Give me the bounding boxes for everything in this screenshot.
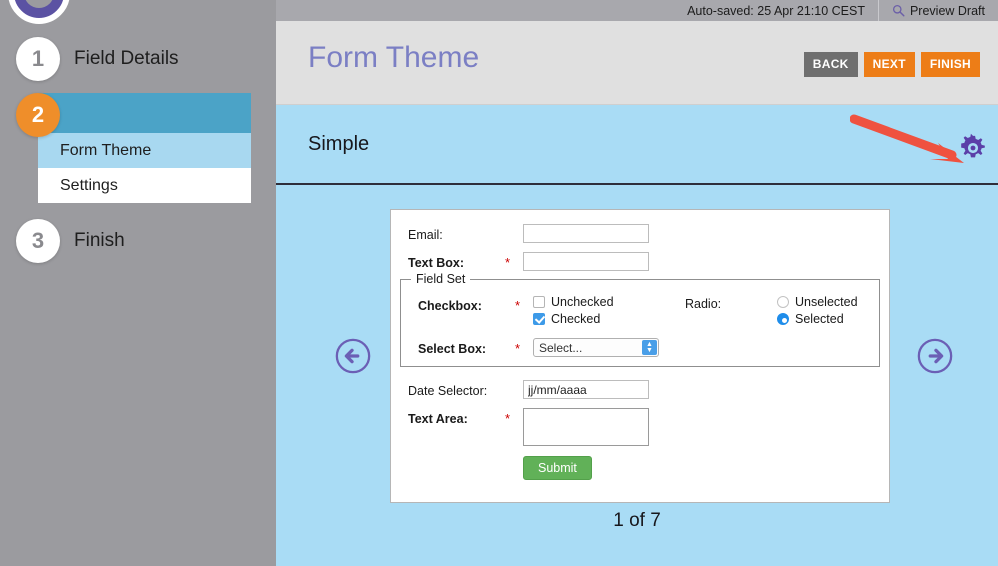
page-title: Form Theme: [308, 41, 479, 75]
form-preview-area: Email: Text Box: * Field Set Checkbox: *: [276, 185, 998, 566]
autosave-status: Auto-saved: 25 Apr 21:10 CEST: [674, 0, 878, 21]
form-row-textarea: Text Area: *: [391, 408, 889, 446]
form-fieldset: Field Set Checkbox: * Unchecked Checked: [400, 279, 880, 367]
sidebar-item-settings[interactable]: Settings: [38, 168, 251, 203]
textarea-label: Text Area:: [408, 408, 505, 426]
selectbox-required-mark: *: [515, 338, 533, 356]
chevron-down-glyph: ▼: [646, 348, 653, 354]
theme-selection-bar: Simple: [276, 105, 998, 185]
checkbox-group: Unchecked Checked: [533, 295, 685, 326]
form-row-selectbox: Select Box: * Select... ▲ ▼: [401, 338, 879, 357]
date-label: Date Selector:: [408, 380, 505, 398]
checkbox-unchecked-icon[interactable]: [533, 296, 545, 308]
submenu-label: Form Theme: [60, 142, 151, 160]
radio-option-selected[interactable]: Selected: [777, 312, 858, 326]
sidebar-item-form-theme[interactable]: Form Theme: [38, 133, 251, 168]
preview-draft-label: Preview Draft: [910, 4, 985, 18]
page-title-bar: Form Theme BACK NEXT FINISH: [276, 21, 998, 105]
sidebar-active-highlight: [38, 93, 251, 137]
step-number-badge: 3: [16, 219, 60, 263]
submit-button[interactable]: Submit: [523, 456, 592, 480]
checkbox-option-label: Unchecked: [551, 295, 614, 309]
sidebar-step-field-details[interactable]: 1 Field Details: [16, 34, 179, 84]
checkbox-label: Checkbox:: [418, 295, 515, 313]
email-required-mark: [505, 224, 523, 227]
form-row-textbox: Text Box: *: [391, 252, 889, 271]
submit-spacer: [408, 456, 505, 460]
form-row-checkbox-radio: Checkbox: * Unchecked Checked: [401, 295, 879, 326]
sidebar-step-finish[interactable]: 3 Finish: [16, 216, 125, 266]
text-area-field[interactable]: [523, 408, 649, 446]
radio-block: Radio: Unselected Selected: [685, 295, 858, 326]
selectbox-label: Select Box:: [418, 338, 515, 356]
circle-logo-icon: [8, 0, 70, 24]
textbox-required-mark: *: [505, 252, 523, 270]
sidebar: 1 Field Details 2 Form Settings Form The…: [0, 0, 276, 566]
previous-theme-button[interactable]: [334, 337, 372, 375]
arrow-right-circle-icon: [916, 337, 954, 375]
textbox-field[interactable]: [523, 252, 649, 271]
sidebar-submenu: Form Theme Settings: [38, 133, 251, 203]
radio-option-label: Selected: [795, 312, 844, 326]
preview-draft-button[interactable]: Preview Draft: [879, 0, 998, 21]
radio-label: Radio:: [685, 295, 777, 311]
checkbox-option-label: Checked: [551, 312, 600, 326]
email-label: Email:: [408, 224, 505, 242]
pagination-indicator: 1 of 7: [276, 510, 998, 532]
top-status-bar: Auto-saved: 25 Apr 21:10 CEST Preview Dr…: [276, 0, 998, 21]
form-row-date: Date Selector:: [391, 380, 889, 399]
checkbox-checked-icon[interactable]: [533, 313, 545, 325]
step-number-badge: 2: [16, 93, 60, 137]
magnifier-icon: [892, 4, 905, 17]
form-row-email: Email:: [391, 224, 889, 243]
form-row-submit: Submit: [391, 456, 889, 480]
radio-option-label: Unselected: [795, 295, 858, 309]
next-button[interactable]: NEXT: [864, 52, 915, 77]
finish-button[interactable]: FINISH: [921, 52, 980, 77]
arrow-left-circle-icon: [334, 337, 372, 375]
next-theme-button[interactable]: [916, 337, 954, 375]
wizard-nav-buttons: BACK NEXT FINISH: [804, 52, 980, 77]
back-button[interactable]: BACK: [804, 52, 858, 77]
submit-spacer-2: [505, 456, 523, 459]
sidebar-step-label: Field Details: [74, 48, 179, 70]
sidebar-step-label: Finish: [74, 230, 125, 252]
radio-selected-icon[interactable]: [777, 313, 789, 325]
select-box-value: Select...: [539, 341, 582, 355]
checkbox-option-checked[interactable]: Checked: [533, 312, 685, 326]
chevron-updown-icon[interactable]: ▲ ▼: [642, 340, 657, 355]
radio-group: Unselected Selected: [777, 295, 858, 326]
date-required-mark: [505, 380, 523, 383]
theme-name-label: Simple: [308, 133, 369, 156]
fieldset-legend: Field Set: [411, 272, 470, 286]
app-root: 1 Field Details 2 Form Settings Form The…: [0, 0, 998, 566]
form-preview-card: Email: Text Box: * Field Set Checkbox: *: [390, 209, 890, 503]
email-field[interactable]: [523, 224, 649, 243]
textarea-required-mark: *: [505, 408, 523, 426]
textbox-label: Text Box:: [408, 252, 505, 270]
checkbox-option-unchecked[interactable]: Unchecked: [533, 295, 685, 309]
submenu-label: Settings: [60, 177, 118, 195]
radio-option-unselected[interactable]: Unselected: [777, 295, 858, 309]
theme-settings-gear-button[interactable]: [958, 133, 988, 163]
checkbox-required-mark: *: [515, 295, 533, 313]
radio-unselected-icon[interactable]: [777, 296, 789, 308]
select-box-field[interactable]: Select... ▲ ▼: [533, 338, 659, 357]
logo-inner-ring: [24, 0, 54, 8]
date-selector-field[interactable]: [523, 380, 649, 399]
gear-icon: [958, 133, 988, 163]
step-number-badge: 1: [16, 37, 60, 81]
main-content: Auto-saved: 25 Apr 21:10 CEST Preview Dr…: [276, 0, 998, 566]
